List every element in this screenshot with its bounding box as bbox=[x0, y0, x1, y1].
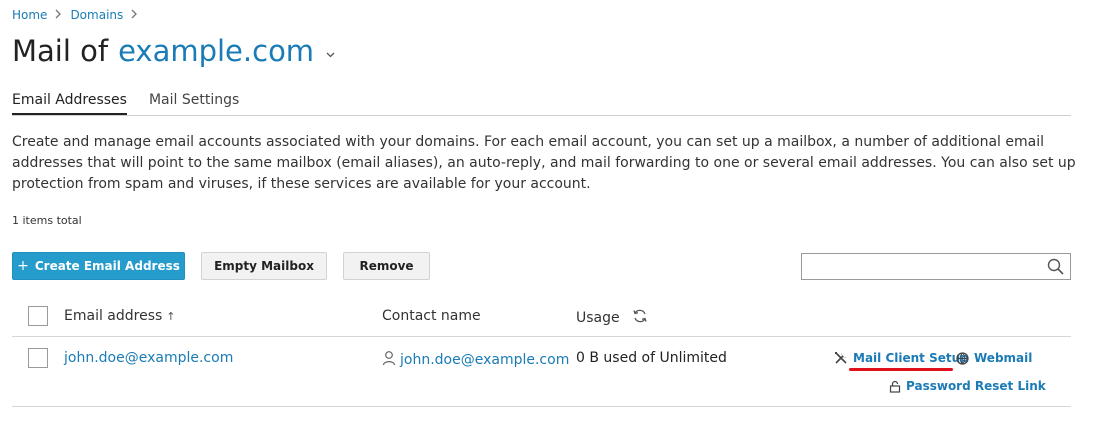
breadcrumb-home-link[interactable]: Home bbox=[12, 8, 47, 22]
items-total: 1 items total bbox=[12, 214, 82, 227]
chevron-down-icon[interactable] bbox=[326, 47, 335, 62]
mail-client-setup-label: Mail Client Setup bbox=[853, 351, 969, 365]
password-reset-label: Password Reset Link bbox=[906, 379, 1046, 393]
person-icon bbox=[382, 350, 396, 370]
chevron-right-icon bbox=[131, 9, 138, 22]
contact-name-link[interactable]: john.doe@example.com bbox=[400, 352, 569, 368]
lock-icon bbox=[889, 380, 901, 393]
page-description: Create and manage email accounts associa… bbox=[12, 134, 1076, 192]
search-input[interactable] bbox=[801, 253, 1071, 280]
row-checkbox[interactable] bbox=[28, 348, 48, 368]
empty-mailbox-button[interactable]: Empty Mailbox bbox=[201, 252, 327, 280]
search-icon[interactable] bbox=[1047, 258, 1064, 279]
refresh-icon[interactable] bbox=[632, 308, 648, 328]
tab-bar: Email Addresses Mail Settings bbox=[12, 92, 1071, 116]
globe-icon bbox=[956, 351, 969, 365]
column-header-email[interactable]: Email address ↑ bbox=[64, 308, 176, 324]
email-address-link[interactable]: john.doe@example.com bbox=[64, 350, 233, 366]
create-email-address-button[interactable]: + Create Email Address bbox=[12, 252, 185, 280]
sort-ascending-icon: ↑ bbox=[166, 310, 176, 323]
webmail-label: Webmail bbox=[974, 351, 1033, 365]
domain-switcher-link[interactable]: example.com bbox=[118, 34, 314, 68]
page-title-prefix: Mail of bbox=[12, 34, 109, 68]
email-table: Email address ↑ Contact name Usage john.d… bbox=[12, 296, 1071, 407]
tab-mail-settings[interactable]: Mail Settings bbox=[149, 92, 239, 115]
column-header-contact[interactable]: Contact name bbox=[382, 308, 481, 324]
breadcrumb-domains-link[interactable]: Domains bbox=[70, 8, 123, 22]
table-row: john.doe@example.com john.doe@example.co… bbox=[12, 337, 1071, 407]
password-reset-link[interactable]: Password Reset Link bbox=[889, 379, 1046, 393]
column-header-usage-label: Usage bbox=[576, 310, 620, 326]
usage-value: 0 B used of Unlimited bbox=[576, 350, 727, 366]
plus-icon: + bbox=[17, 258, 29, 274]
tools-icon bbox=[835, 352, 847, 364]
contact-name-cell: john.doe@example.com bbox=[382, 350, 569, 370]
column-header-email-label: Email address bbox=[64, 308, 163, 324]
chevron-right-icon bbox=[55, 9, 62, 22]
select-all-checkbox[interactable] bbox=[28, 306, 48, 326]
mail-client-setup-link[interactable]: Mail Client Setup bbox=[834, 351, 969, 371]
breadcrumb: Home Domains bbox=[12, 8, 138, 22]
webmail-link[interactable]: Webmail bbox=[956, 351, 1032, 365]
column-header-usage: Usage bbox=[576, 308, 648, 328]
table-header: Email address ↑ Contact name Usage bbox=[12, 296, 1071, 337]
create-email-address-label: Create Email Address bbox=[34, 259, 180, 273]
tab-email-addresses[interactable]: Email Addresses bbox=[12, 92, 127, 115]
highlight-underline bbox=[849, 368, 953, 371]
page-title: Mail of example.com bbox=[12, 34, 335, 68]
remove-button[interactable]: Remove bbox=[343, 252, 430, 280]
